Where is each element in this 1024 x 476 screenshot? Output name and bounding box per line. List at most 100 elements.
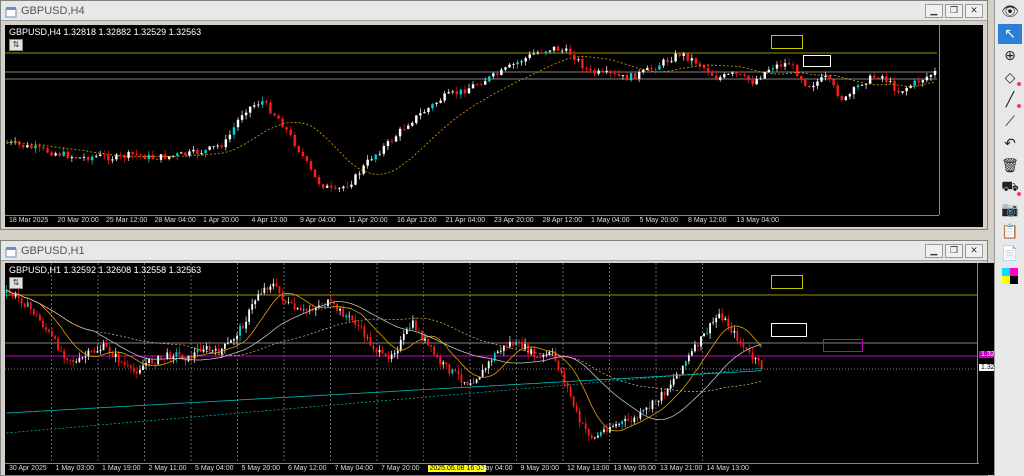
candle-body [75, 361, 78, 363]
candle-body [479, 84, 483, 86]
time-axis-label: 28 Apr 12:00 [542, 217, 583, 224]
candle-body [524, 57, 527, 62]
candle-body [302, 308, 305, 311]
candle-body [820, 77, 823, 82]
candle-body [836, 85, 839, 96]
candle-body [254, 300, 257, 305]
candle-body [710, 72, 714, 76]
candle-body [35, 314, 38, 316]
candle-body [129, 365, 132, 368]
candle-body [913, 80, 916, 86]
h1-title-bar[interactable]: GBPUSD,H1 ▁ ❐ ✕ [1, 241, 987, 261]
one-click-trading-icon[interactable]: ⇅ [9, 39, 23, 51]
active-indicator-dot [1017, 82, 1021, 86]
h1-chart-window[interactable]: GBPUSD,H1 ▁ ❐ ✕ GBPUSD,H1 1.32592 1.3260… [0, 240, 1021, 476]
candle-body [408, 327, 411, 329]
candle-body [505, 345, 508, 347]
restore-button[interactable]: ❐ [945, 4, 963, 18]
candle-body [266, 287, 269, 290]
candle-body [624, 418, 627, 422]
candle-body [169, 352, 172, 359]
candle-body [226, 342, 229, 344]
eraser-icon[interactable]: ◇ [998, 68, 1022, 88]
trash-icon[interactable]: 🗑 [998, 156, 1022, 176]
candle-body [136, 371, 138, 374]
clipboard-icon[interactable]: 📋 [998, 222, 1022, 242]
candle-body [771, 68, 775, 70]
candle-body [694, 58, 698, 64]
candle-body [327, 299, 329, 307]
color-palette-icon[interactable] [998, 266, 1022, 286]
candle-body [402, 334, 405, 340]
candle-body [868, 75, 872, 84]
candle-body [540, 52, 544, 54]
eye-icon[interactable]: 👁 [998, 2, 1022, 22]
candle-body [396, 350, 399, 354]
candle-body [563, 373, 566, 383]
minimize-button[interactable]: ▁ [925, 244, 943, 258]
h4-title-bar[interactable]: GBPUSD,H4 ▁ ❐ ✕ [1, 1, 987, 21]
candle-body [257, 104, 260, 106]
candle-body [208, 346, 211, 351]
camera-icon[interactable]: 📷 [998, 200, 1022, 220]
candle-body [714, 75, 718, 80]
candle-body [107, 155, 110, 161]
h4-time-scale[interactable]: 18 Mar 2025 20 Mar 20:00 25 Mar 12:00 28 Ma… [5, 215, 939, 227]
h4-chart-window[interactable]: GBPUSD,H4 ▁ ❐ ✕ GBPUSD,H4 1.32818 1.3288… [0, 0, 988, 230]
cursor-icon[interactable]: ↖ [998, 24, 1022, 44]
candle-body [492, 73, 495, 77]
candle-body [759, 78, 762, 80]
candle-body [509, 341, 511, 347]
h4-chart-area[interactable]: GBPUSD,H4 1.32818 1.32882 1.32529 1.3256… [5, 25, 983, 227]
candle-body [72, 359, 75, 363]
candle-body [245, 321, 248, 329]
candle-body [560, 50, 564, 52]
restore-button[interactable]: ❐ [945, 244, 963, 258]
crosshair-icon[interactable]: ⊕ [998, 46, 1022, 66]
h1-time-scale[interactable]: 30 Apr 2025 1 May 03:00 1 May 19:00 2 May 1… [5, 463, 979, 475]
candle-body [633, 417, 636, 422]
yellow-rectangle-object[interactable] [771, 35, 803, 49]
candle-body [439, 100, 442, 103]
one-click-trading-icon[interactable]: ⇅ [9, 277, 23, 289]
white-rectangle-object[interactable] [771, 323, 807, 337]
minimize-button[interactable]: ▁ [925, 4, 943, 18]
candle-body [54, 153, 57, 156]
cart-icon[interactable]: ⛟ [998, 178, 1022, 198]
candle-body [143, 155, 147, 160]
candle-body [694, 344, 696, 352]
candle-body [500, 69, 503, 76]
candle-body [542, 354, 545, 357]
candle-body [808, 85, 811, 88]
candle-body [905, 87, 908, 92]
magenta-rectangle-object[interactable] [823, 339, 863, 352]
ruler-icon[interactable]: ⟋ [998, 112, 1022, 132]
candle-body [885, 76, 888, 82]
candle-body [38, 145, 41, 147]
yellow-rectangle-object[interactable] [771, 275, 803, 289]
white-rectangle-object[interactable] [803, 55, 831, 67]
candle-body [419, 113, 422, 116]
close-button[interactable]: ✕ [965, 244, 983, 258]
h1-chart-area[interactable]: GBPUSD,H1 1.32592 1.32608 1.32558 1.3256… [5, 263, 1021, 475]
h4-price-scale[interactable] [939, 25, 983, 215]
line-tool-icon[interactable]: ╱ [998, 90, 1022, 110]
candle-body [402, 128, 406, 130]
candle-body [575, 406, 578, 412]
candle-body [23, 303, 26, 308]
document-icon[interactable]: 📄 [998, 244, 1022, 264]
candle-body [358, 173, 361, 175]
candle-body [901, 91, 904, 93]
candle-body [889, 80, 892, 82]
candle-body [731, 72, 734, 74]
candle-body [427, 108, 430, 113]
time-axis-label: 11 Apr 20:00 [348, 217, 388, 224]
time-axis-label: 4 Apr 12:00 [251, 217, 288, 224]
close-button[interactable]: ✕ [965, 4, 983, 18]
candle-body [94, 155, 98, 157]
candle-body [637, 72, 641, 79]
candle-body [339, 308, 342, 311]
time-axis-label: 8 May 12:00 [688, 217, 727, 224]
candle-body [812, 85, 815, 88]
undo-icon[interactable]: ↶ [998, 134, 1022, 154]
